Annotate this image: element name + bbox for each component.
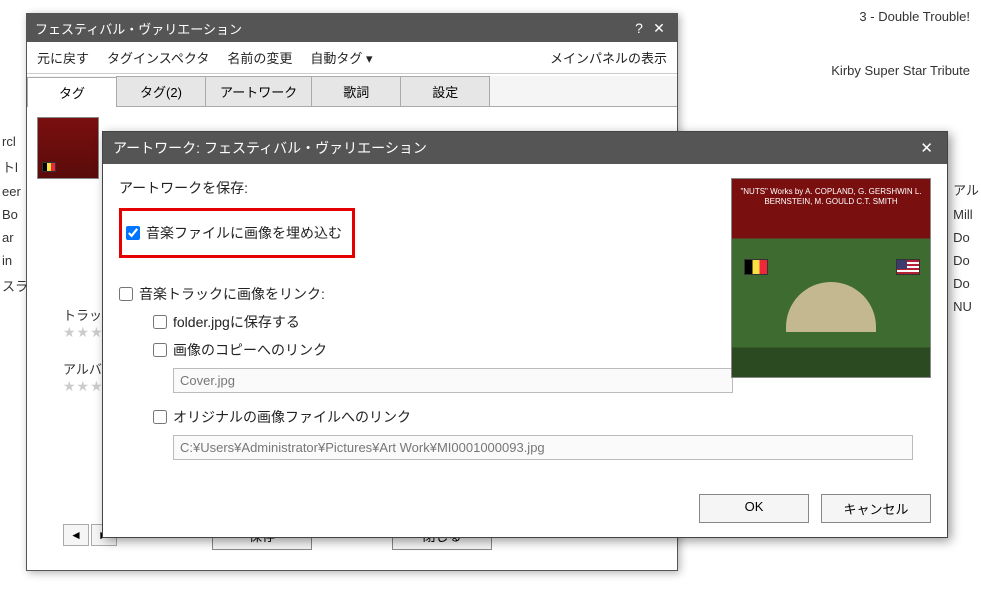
folder-jpg-label: folder.jpgに保存する	[173, 312, 300, 332]
artwork-thumbnail[interactable]	[37, 117, 99, 179]
help-icon[interactable]: ?	[629, 20, 649, 36]
embed-image-option[interactable]: 音楽ファイルに画像を埋め込む	[126, 221, 342, 245]
link-original-option[interactable]: オリジナルの画像ファイルへのリンク	[153, 405, 931, 429]
auto-tag-button[interactable]: 自動タグ ▾	[310, 48, 372, 67]
bg-text: Do	[953, 249, 979, 272]
copy-filename-input[interactable]	[173, 368, 733, 393]
link-copy-checkbox[interactable]	[153, 343, 167, 357]
bg-text: Do	[953, 226, 979, 249]
artwork-save-dialog: アートワーク: フェスティバル・ヴァリエーション ✕ アートワークを保存: 音楽…	[102, 131, 948, 538]
bg-text: Mill	[953, 203, 979, 226]
link-copy-label: 画像のコピーへのリンク	[173, 340, 327, 360]
artwork-dialog-footer: OK キャンセル	[103, 484, 947, 537]
usa-flag-icon	[896, 259, 920, 275]
ok-button[interactable]: OK	[699, 494, 809, 523]
close-icon[interactable]: ✕	[916, 139, 937, 157]
artwork-preview: "NUTS" Works by A. COPLAND, G. GERSHWIN …	[731, 178, 931, 378]
dialog-title: フェスティバル・ヴァリエーション	[35, 19, 629, 38]
main-panel-button[interactable]: メインパネルの表示	[550, 48, 667, 67]
tab-artwork[interactable]: アートワーク	[205, 76, 312, 106]
link-original-label: オリジナルの画像ファイルへのリンク	[173, 407, 411, 427]
link-image-label: 音楽トラックに画像をリンク:	[139, 284, 325, 304]
artwork-dialog-title: アートワーク: フェスティバル・ヴァリエーション	[113, 138, 916, 158]
tab-tag2[interactable]: タグ(2)	[116, 76, 206, 106]
artwork-dialog-titlebar[interactable]: アートワーク: フェスティバル・ヴァリエーション ✕	[103, 132, 947, 164]
tag-inspector-button[interactable]: タグインスペクタ	[107, 48, 209, 67]
highlighted-option: 音楽ファイルに画像を埋め込む	[119, 208, 355, 258]
tab-lyrics[interactable]: 歌詞	[311, 76, 401, 106]
bg-text: 3 - Double Trouble!	[851, 6, 978, 27]
flag-icon	[42, 162, 56, 172]
bg-text: アル	[953, 176, 979, 203]
bg-text: Do	[953, 272, 979, 295]
belgium-flag-icon	[744, 259, 768, 275]
artwork-text: "NUTS" Works by A. COPLAND, G. GERSHWIN …	[732, 179, 930, 208]
link-image-checkbox[interactable]	[119, 287, 133, 301]
bg-text: Kirby Super Star Tribute	[823, 60, 978, 81]
arch-graphic	[786, 282, 876, 332]
link-original-checkbox[interactable]	[153, 410, 167, 424]
embed-image-checkbox[interactable]	[126, 226, 140, 240]
tab-bar: タグ タグ(2) アートワーク 歌詞 設定	[27, 76, 677, 107]
tab-settings[interactable]: 設定	[400, 76, 490, 106]
embed-image-label: 音楽ファイルに画像を埋め込む	[146, 223, 342, 243]
close-icon[interactable]: ✕	[649, 20, 669, 37]
undo-button[interactable]: 元に戻す	[37, 48, 89, 67]
titlebar[interactable]: フェスティバル・ヴァリエーション ? ✕	[27, 14, 677, 42]
folder-jpg-checkbox[interactable]	[153, 315, 167, 329]
original-path-input[interactable]	[173, 435, 913, 460]
bg-text: NU	[953, 295, 979, 318]
cancel-button[interactable]: キャンセル	[821, 494, 931, 523]
toolbar: 元に戻す タグインスペクタ 名前の変更 自動タグ ▾ メインパネルの表示	[27, 42, 677, 74]
rename-button[interactable]: 名前の変更	[227, 48, 292, 67]
tab-tag[interactable]: タグ	[27, 77, 117, 107]
artwork-dialog-body: アートワークを保存: 音楽ファイルに画像を埋め込む 音楽トラックに画像をリンク:…	[103, 164, 947, 484]
bg-right-list: アル Mill Do Do Do NU	[953, 176, 979, 318]
